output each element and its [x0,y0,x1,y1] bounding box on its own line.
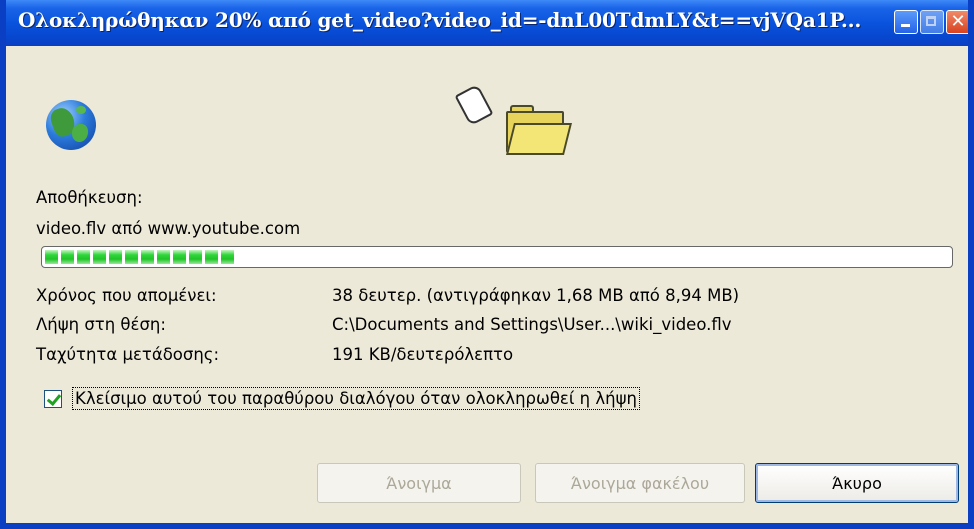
time-left-label: Χρόνος που απομένει: [36,286,217,305]
flying-paper-icon [454,83,494,127]
transfer-rate-value: 191 KB/δευτερόλεπτο [332,345,514,364]
progress-segment [77,250,90,264]
download-to-value: C:\Documents and Settings\User...\wiki_v… [332,315,732,334]
progress-segment [221,250,234,264]
transfer-rate-label: Ταχύτητα μετάδοσης: [36,345,220,364]
progress-segment [141,250,154,264]
open-folder-button: Άνοιγμα φακέλου [535,463,745,503]
open-button: Άνοιγμα [317,463,521,503]
progress-segment [173,250,186,264]
maximize-button [920,10,944,34]
progress-segment [125,250,138,264]
progress-segment [205,250,218,264]
progress-segment [61,250,74,264]
close-button[interactable]: ✕ [946,10,968,34]
download-to-label: Λήψη στη θέση: [36,315,166,334]
progress-fill [45,250,949,264]
folder-icon [506,105,572,155]
window-title: Ολοκληρώθηκαν 20% από get_video?video_id… [18,8,862,32]
close-when-done-checkbox[interactable] [44,390,62,408]
file-source-text: video.flv από www.youtube.com [36,219,301,238]
progress-segment [189,250,202,264]
title-bar[interactable]: Ολοκληρώθηκαν 20% από get_video?video_id… [6,0,968,46]
cancel-button[interactable]: Άκυρο [755,463,959,503]
globe-icon [46,100,96,150]
progress-segment [93,250,106,264]
download-progress-bar [41,246,953,268]
progress-segment [45,250,58,264]
progress-segment [157,250,170,264]
time-left-value: 38 δευτερ. (αντιγράφηκαν 1,68 MB από 8,9… [332,286,740,305]
close-icon: ✕ [950,11,966,32]
download-dialog: Ολοκληρώθηκαν 20% από get_video?video_id… [0,0,974,529]
saving-heading: Αποθήκευση: [36,188,143,207]
close-when-done-label[interactable]: Κλείσιμο αυτού του παραθύρου διαλόγου ότ… [72,387,640,410]
progress-segment [109,250,122,264]
minimize-button[interactable] [894,10,918,34]
